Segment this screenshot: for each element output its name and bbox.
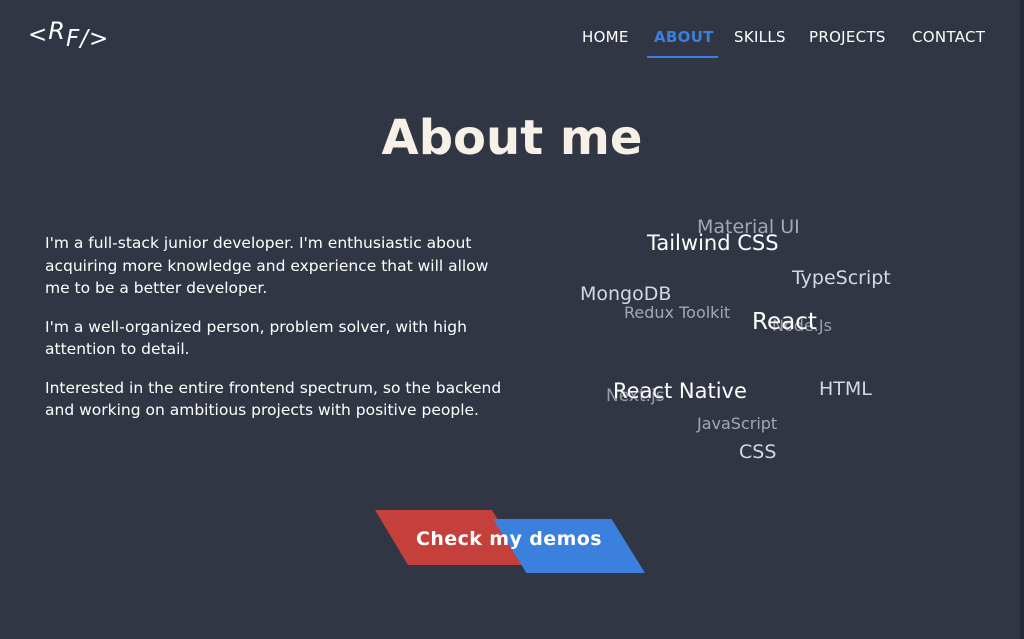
nav-skills[interactable]: SKILLS: [734, 28, 786, 56]
check-demos-label: Check my demos: [416, 528, 602, 550]
bio-paragraph: I'm a full-stack junior developer. I'm e…: [45, 234, 489, 297]
nav-contact[interactable]: CONTACT: [912, 28, 985, 56]
nav-home[interactable]: HOME: [582, 28, 629, 56]
check-demos-button[interactable]: Check my demos: [375, 510, 645, 573]
nav-projects[interactable]: PROJECTS: [809, 28, 886, 56]
skill-word: MongoDB: [580, 283, 672, 305]
skill-word: TypeScript: [792, 267, 891, 289]
skill-word: Redux Toolkit: [624, 303, 731, 322]
bio-paragraph: Interested in the entire frontend spectr…: [45, 378, 502, 420]
skills-word-cloud: Material UI Tailwind CSS TypeScript Mong…: [540, 200, 960, 480]
skill-word: JavaScript: [697, 414, 778, 433]
skill-word: Tailwind CSS: [647, 231, 779, 255]
skill-word: React Native: [613, 379, 747, 403]
bio-paragraph: I'm a well-organized person, problem sol…: [45, 317, 467, 359]
about-bio: I'm a full-stack junior developer. I'm e…: [45, 232, 515, 438]
skill-word: CSS: [739, 441, 777, 463]
nav-about[interactable]: ABOUT: [654, 28, 714, 56]
page-title: About me: [381, 110, 643, 166]
page-edge: [1020, 0, 1024, 639]
nav-active-underline: [647, 56, 718, 58]
skill-word: HTML: [819, 378, 872, 400]
main-nav: HOME ABOUT SKILLS PROJECTS CONTACT: [0, 28, 1024, 62]
skill-word: React: [752, 309, 817, 335]
